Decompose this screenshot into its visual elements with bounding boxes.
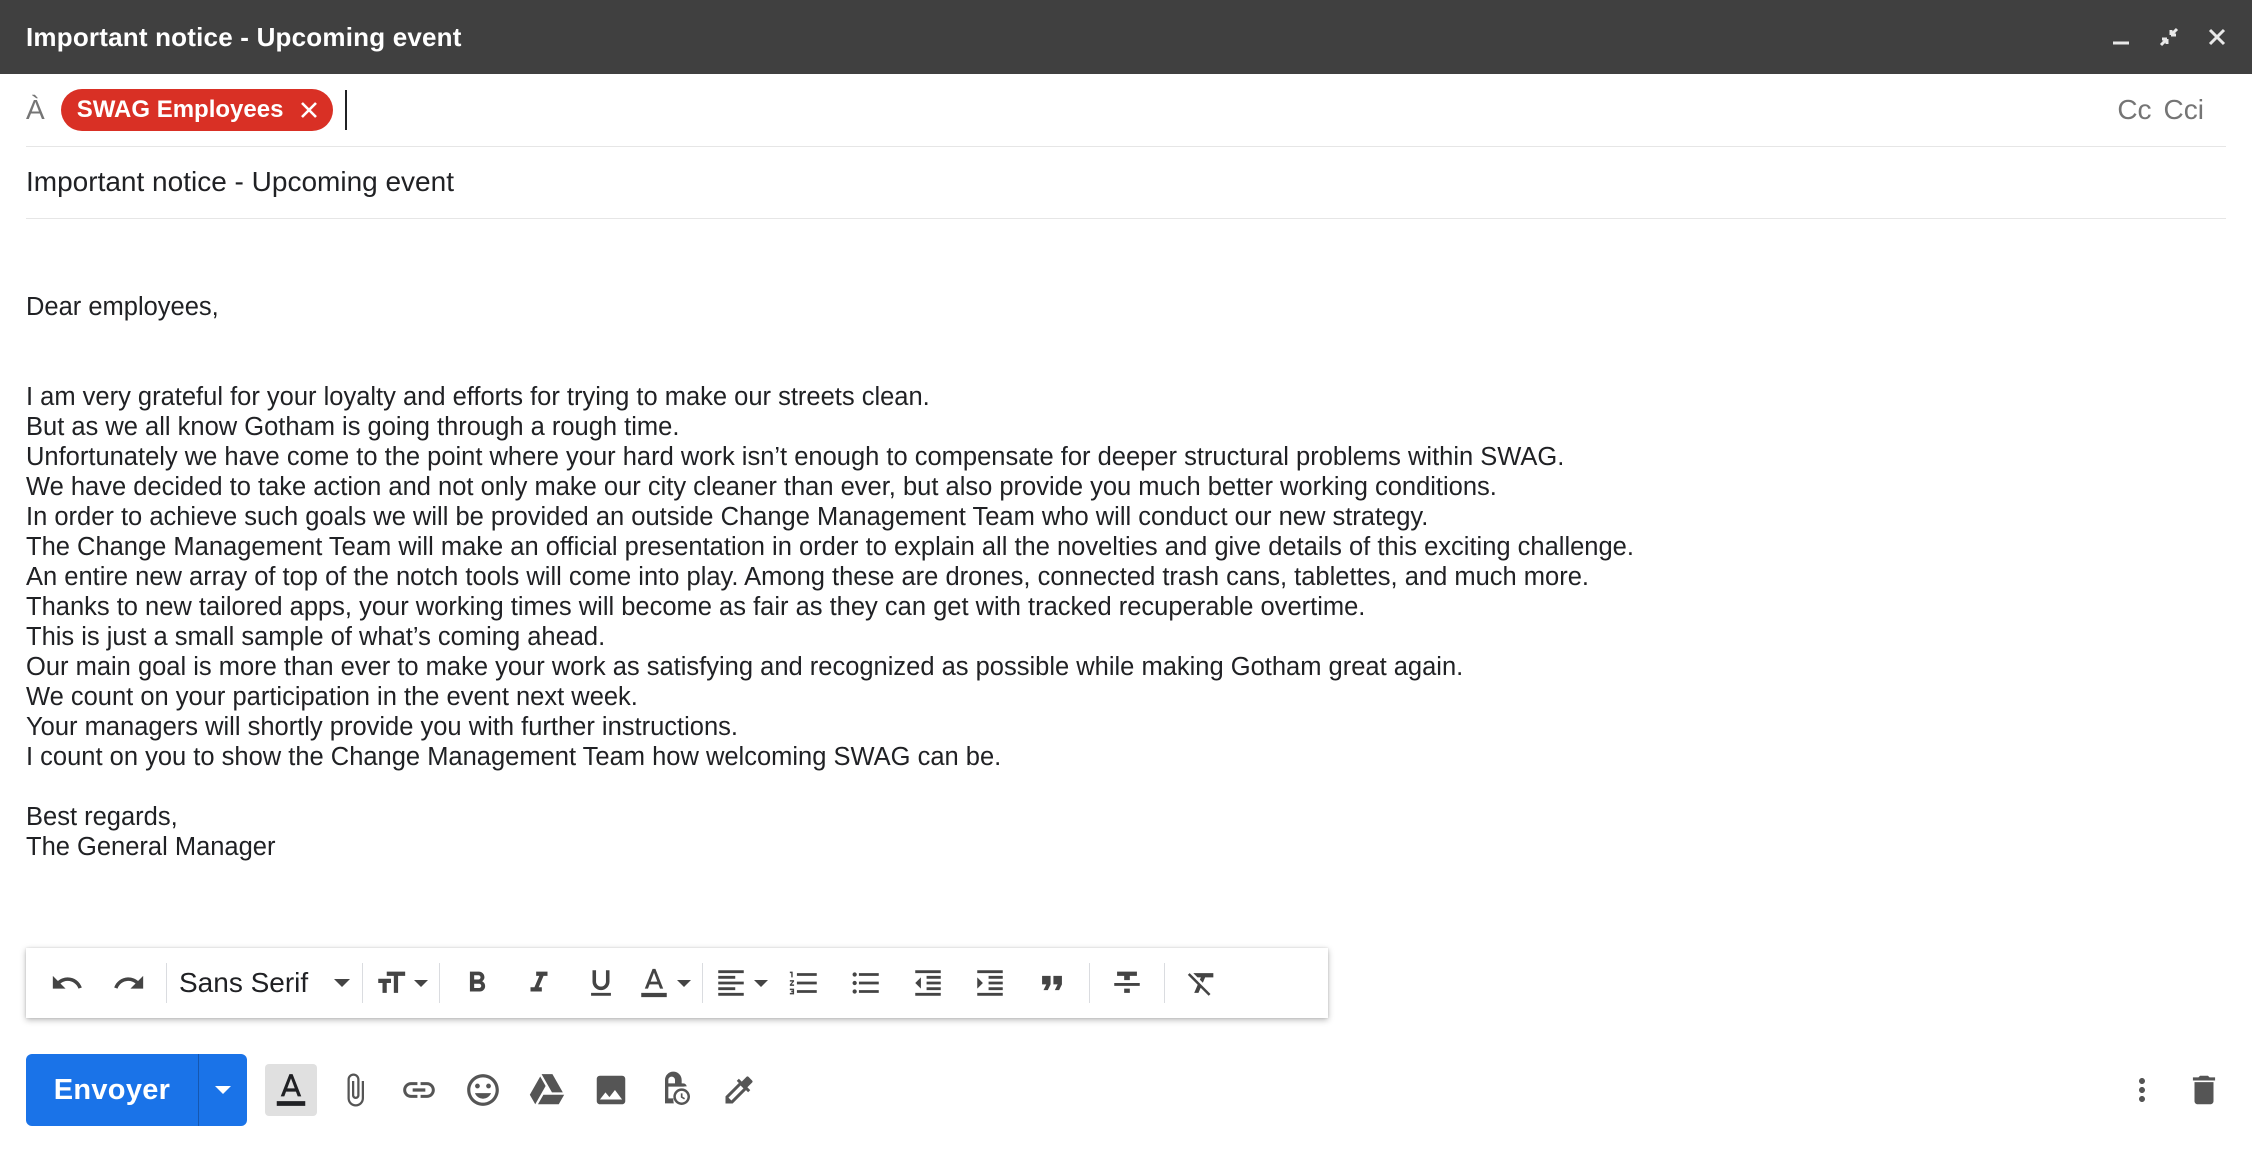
chevron-down-icon — [677, 979, 692, 987]
remove-formatting-icon[interactable] — [1176, 957, 1228, 1009]
body-line: Thanks to new tailored apps, your workin… — [26, 593, 1366, 621]
toolbar-divider — [439, 963, 441, 1003]
exit-fullscreen-icon[interactable] — [2152, 20, 2186, 54]
emoji-icon[interactable] — [457, 1064, 509, 1116]
text-cursor — [345, 90, 348, 130]
confidential-mode-icon[interactable] — [649, 1064, 701, 1116]
indent-more-icon[interactable] — [964, 957, 1016, 1009]
body-line: I am very grateful for your loyalty and … — [26, 383, 930, 411]
remove-recipient-icon[interactable] — [297, 98, 321, 122]
body-line: The Change Management Team will make an … — [26, 533, 1634, 561]
undo-icon[interactable] — [41, 957, 93, 1009]
compose-titlebar: Important notice - Upcoming event — [0, 0, 2252, 74]
to-label: À — [26, 94, 45, 125]
body-line: The General Manager — [26, 833, 276, 861]
body-line: Unfortunately we have come to the point … — [26, 443, 1565, 471]
redo-icon[interactable] — [103, 957, 155, 1009]
recipient-chip-label: SWAG Employees — [76, 96, 284, 123]
send-button-group: Envoyer — [26, 1054, 247, 1126]
body-line: Your managers will shortly provide you w… — [26, 713, 738, 741]
toolbar-divider — [1164, 963, 1166, 1003]
attach-icon[interactable] — [329, 1064, 381, 1116]
send-button[interactable]: Envoyer — [26, 1054, 198, 1126]
formatting-toolbar: Sans Serif — [26, 948, 1328, 1018]
recipient-chip[interactable]: SWAG Employees — [60, 89, 334, 131]
subject-value: Important notice - Upcoming event — [26, 166, 454, 197]
schedule-send-dropdown[interactable] — [198, 1054, 247, 1126]
compose-actions: Envoyer — [26, 1052, 2226, 1128]
chevron-down-icon — [215, 1086, 231, 1094]
compose-right-tools — [2120, 1052, 2226, 1128]
subject-field[interactable]: Important notice - Upcoming event — [26, 146, 2226, 219]
body-line: Best regards, — [26, 803, 178, 831]
bulleted-list-icon[interactable] — [840, 957, 892, 1009]
photo-icon[interactable] — [585, 1064, 637, 1116]
text-color-icon[interactable] — [637, 957, 692, 1009]
indent-less-icon[interactable] — [902, 957, 954, 1009]
body-line — [26, 352, 2126, 382]
bold-icon[interactable] — [451, 957, 503, 1009]
toolbar-divider — [702, 963, 704, 1003]
signature-icon[interactable] — [713, 1064, 765, 1116]
body-line: Our main goal is more than ever to make … — [26, 653, 1464, 681]
message-body[interactable]: Dear employees, I am very grateful for yo… — [26, 292, 2126, 862]
cc-link[interactable]: Cc — [2117, 94, 2151, 126]
body-line: I count on you to show the Change Manage… — [26, 743, 1002, 771]
body-line: We count on your participation in the ev… — [26, 683, 638, 711]
close-icon[interactable] — [2200, 20, 2234, 54]
chevron-down-icon — [754, 979, 769, 987]
font-family-select[interactable]: Sans Serif — [173, 967, 356, 999]
cc-bcc-links: Cc Cci — [2117, 94, 2204, 126]
font-family-label: Sans Serif — [179, 967, 309, 998]
text-size-icon[interactable] — [374, 957, 429, 1009]
body-line: An entire new array of top of the notch … — [26, 563, 1589, 591]
toolbar-divider — [166, 963, 167, 1003]
recipients-row: À SWAG Employees Cc Cci — [26, 74, 2226, 147]
underline-icon[interactable] — [575, 957, 627, 1009]
align-icon[interactable] — [714, 957, 769, 1009]
discard-icon[interactable] — [2182, 1064, 2226, 1116]
body-line: In order to achieve such goals we will b… — [26, 503, 1429, 531]
window-controls — [2104, 0, 2234, 74]
minimize-icon[interactable] — [2104, 20, 2138, 54]
body-line: Dear employees, — [26, 293, 219, 321]
body-line: This is just a small sample of what’s co… — [26, 623, 606, 651]
quote-icon[interactable] — [1026, 957, 1078, 1009]
toolbar-divider — [1089, 963, 1091, 1003]
numbered-list-icon[interactable] — [778, 957, 830, 1009]
body-line — [26, 322, 2126, 352]
strikethrough-icon[interactable] — [1101, 957, 1153, 1009]
formatting-toggle-icon[interactable] — [265, 1064, 317, 1116]
more-options-icon[interactable] — [2120, 1064, 2164, 1116]
window-title: Important notice - Upcoming event — [26, 21, 462, 52]
body-line: But as we all know Gotham is going throu… — [26, 413, 680, 441]
link-icon[interactable] — [393, 1064, 445, 1116]
italic-icon[interactable] — [513, 957, 565, 1009]
bcc-link[interactable]: Cci — [2164, 94, 2204, 126]
compose-tools — [265, 1064, 765, 1116]
chevron-down-icon — [414, 979, 429, 987]
body-line — [26, 772, 2126, 802]
body-line: We have decided to take action and not o… — [26, 473, 1497, 501]
chevron-down-icon — [334, 979, 351, 987]
toolbar-divider — [362, 963, 364, 1003]
drive-icon[interactable] — [521, 1064, 573, 1116]
